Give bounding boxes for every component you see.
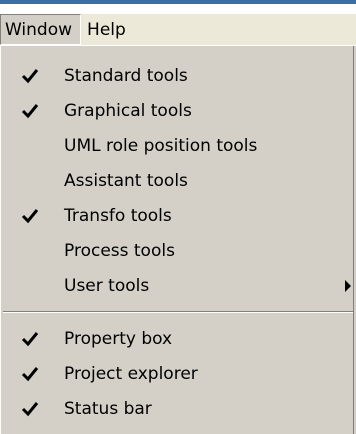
checkmark-icon bbox=[21, 104, 39, 119]
menu-item-label: UML role position tools bbox=[64, 136, 258, 156]
window-dropdown-menu: Standard tools Graphical tools UML role … bbox=[0, 46, 354, 434]
menu-item-label: Project explorer bbox=[64, 364, 198, 384]
title-bar-edge bbox=[0, 0, 356, 4]
menubar-help-label: Help bbox=[87, 19, 126, 40]
menu-item-label: Status bar bbox=[64, 399, 152, 419]
menu-item-graphical-tools[interactable]: Graphical tools bbox=[1, 93, 351, 129]
menubar-help[interactable]: Help bbox=[81, 14, 132, 45]
menu-item-user-tools[interactable]: User tools bbox=[1, 268, 351, 304]
menubar-window[interactable]: Window bbox=[0, 14, 82, 45]
menu-item-label: Graphical tools bbox=[64, 101, 192, 121]
menu-item-label: Assistant tools bbox=[64, 171, 188, 191]
menu-item-assistant-tools[interactable]: Assistant tools bbox=[1, 163, 351, 199]
menu-item-status-bar[interactable]: Status bar bbox=[1, 391, 351, 427]
menu-item-label: User tools bbox=[64, 276, 150, 296]
menu-item-label: Transfo tools bbox=[64, 206, 172, 226]
menu-separator bbox=[3, 311, 353, 313]
checkmark-icon bbox=[21, 332, 39, 347]
triangle-right-icon bbox=[345, 280, 351, 292]
menu-item-uml-role-position-tools[interactable]: UML role position tools bbox=[1, 128, 351, 164]
window-top-edge bbox=[0, 0, 356, 14]
menu-item-label: Property box bbox=[64, 329, 173, 349]
checkmark-icon bbox=[21, 209, 39, 224]
menu-item-transfo-tools[interactable]: Transfo tools bbox=[1, 198, 351, 234]
checkmark-icon bbox=[21, 69, 39, 84]
menu-item-project-explorer[interactable]: Project explorer bbox=[1, 356, 351, 392]
menu-item-standard-tools[interactable]: Standard tools bbox=[1, 58, 351, 94]
menu-item-label: Process tools bbox=[64, 241, 175, 261]
menu-item-process-tools[interactable]: Process tools bbox=[1, 233, 351, 269]
menu-item-label: Standard tools bbox=[64, 66, 188, 86]
menu-item-property-box[interactable]: Property box bbox=[1, 321, 351, 357]
menubar-window-label: Window bbox=[5, 19, 73, 40]
checkmark-icon bbox=[21, 367, 39, 382]
checkmark-icon bbox=[21, 402, 39, 417]
menubar: Window Help bbox=[0, 14, 356, 46]
